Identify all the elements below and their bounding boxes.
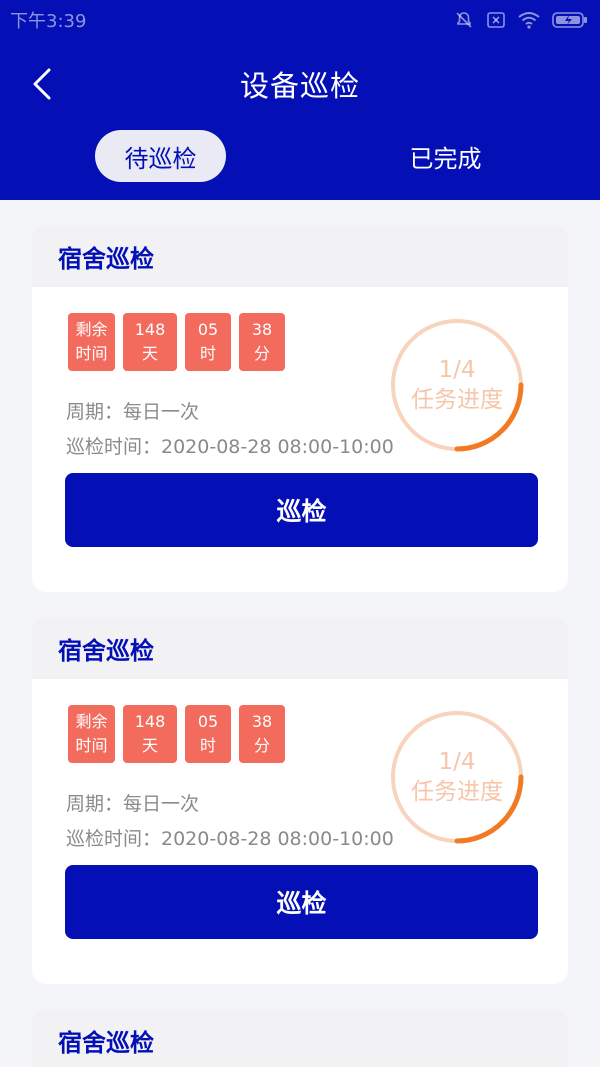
period-text: 周期：每日一次 [66,401,200,423]
wifi-icon [518,12,540,29]
tab-pending[interactable]: 待巡检 [95,130,226,182]
inspection-time-text: 巡检时间：2020-08-28 08:00-10:00 [66,436,394,458]
back-arrow-icon [33,68,51,100]
countdown-chip-hours: 05 时 [185,705,231,763]
card-title: 宿舍巡检 [32,617,568,679]
progress-ring: 1/4 任务进度 [388,708,526,846]
countdown-chip-days: 148 天 [123,705,177,763]
tab-bar: 待巡检 已完成 [0,130,600,184]
progress-count: 1/4 [438,357,476,383]
status-icons [454,10,588,30]
countdown: 剩余 时间 148 天 05 时 38 分 [68,313,285,371]
nav-bar: 设备巡检 [0,56,600,112]
progress-label: 任务进度 [411,387,503,413]
inspect-button[interactable]: 巡检 [65,473,538,547]
progress-count: 1/4 [438,749,476,775]
countdown-chip-minutes: 38 分 [239,705,285,763]
status-bar: 下午3:39 [0,0,600,40]
back-button[interactable] [22,64,62,104]
page-title: 设备巡检 [239,69,360,103]
mute-icon [456,12,472,28]
inspection-card: 宿舍巡检 [32,1009,568,1067]
app-header: 下午3:39 设备巡检 待巡检 已完成 [0,0,600,200]
progress-ring: 1/4 任务进度 [388,316,526,454]
battery-icon [552,12,587,28]
no-sim-icon [487,12,505,28]
card-title: 宿舍巡检 [32,225,568,287]
countdown-chip-hours: 05 时 [185,313,231,371]
inspection-time-text: 巡检时间：2020-08-28 08:00-10:00 [66,828,394,850]
countdown-chip-days: 148 天 [123,313,177,371]
countdown-chip-remaining: 剩余 时间 [68,705,115,763]
period-text: 周期：每日一次 [66,793,200,815]
inspect-button[interactable]: 巡检 [65,865,538,939]
progress-label: 任务进度 [411,779,503,805]
card-title: 宿舍巡检 [32,1009,568,1067]
inspection-card: 宿舍巡检 剩余 时间 148 天 05 时 38 分 周期：每日一次 巡检时间：… [32,225,568,592]
countdown-chip-remaining: 剩余 时间 [68,313,115,371]
inspection-card: 宿舍巡检 剩余 时间 148 天 05 时 38 分 周期：每日一次 巡检时间：… [32,617,568,984]
tab-completed[interactable]: 已完成 [380,130,511,182]
status-time: 下午3:39 [10,11,87,32]
countdown: 剩余 时间 148 天 05 时 38 分 [68,705,285,763]
countdown-chip-minutes: 38 分 [239,313,285,371]
